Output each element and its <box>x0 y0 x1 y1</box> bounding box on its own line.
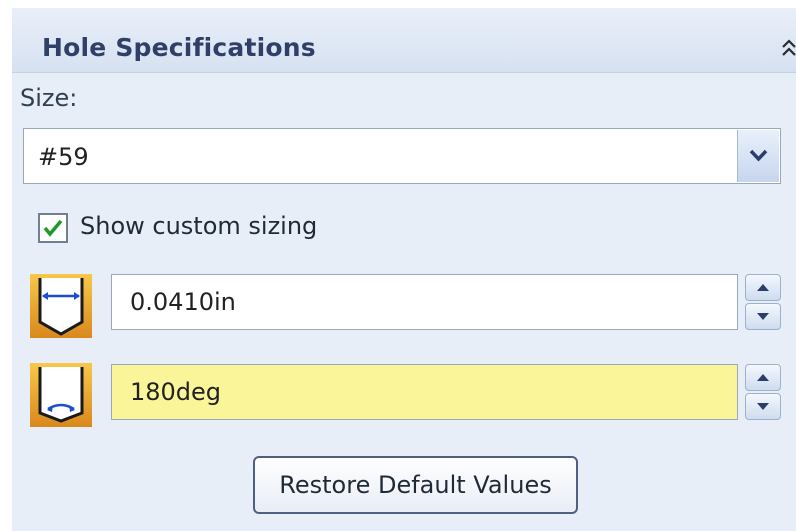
drill-angle-icon <box>30 363 92 427</box>
drill-angle-spinner[interactable] <box>745 364 781 420</box>
panel-title: Hole Specifications <box>42 33 316 62</box>
spin-up-icon <box>757 284 769 291</box>
dropdown-button[interactable] <box>737 130 779 182</box>
spin-down-button[interactable] <box>745 303 781 330</box>
size-dropdown[interactable]: #59 <box>23 128 781 184</box>
drill-angle-value: 180deg <box>130 378 222 406</box>
drill-angle-field[interactable]: 180deg <box>111 364 738 420</box>
spin-down-icon <box>757 313 769 320</box>
spin-up-button[interactable] <box>745 274 781 301</box>
size-label: Size: <box>20 84 78 112</box>
show-custom-sizing-checkbox[interactable] <box>38 213 68 243</box>
spin-down-button[interactable] <box>745 393 781 420</box>
restore-default-values-button[interactable]: Restore Default Values <box>253 456 578 514</box>
size-dropdown-value: #59 <box>38 143 89 171</box>
spin-up-icon <box>757 374 769 381</box>
show-custom-sizing-label[interactable]: Show custom sizing <box>80 212 317 240</box>
hole-diameter-field[interactable]: 0.0410in <box>111 274 738 330</box>
double-chevron-up-icon[interactable] <box>777 36 796 60</box>
hole-specifications-panel <box>12 8 796 531</box>
hole-diameter-icon <box>30 274 92 338</box>
checkmark-icon <box>43 219 63 237</box>
spin-down-icon <box>757 403 769 410</box>
panel-header[interactable]: Hole Specifications <box>12 8 796 73</box>
spin-up-button[interactable] <box>745 364 781 391</box>
hole-diameter-value: 0.0410in <box>130 288 236 316</box>
hole-diameter-spinner[interactable] <box>745 274 781 330</box>
chevron-down-icon <box>749 149 768 162</box>
